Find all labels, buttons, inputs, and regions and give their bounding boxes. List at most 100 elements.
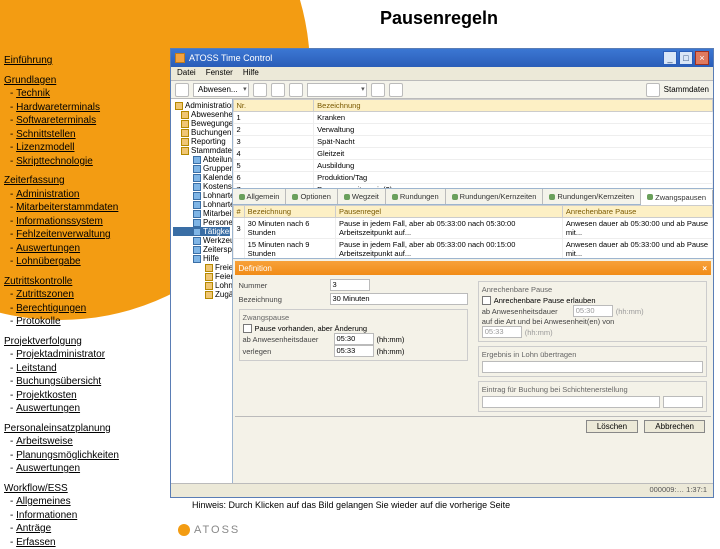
tab[interactable]: Zwangspausen	[641, 190, 713, 205]
sidebar-item-schnittstellen[interactable]: Schnittstellen	[16, 128, 75, 142]
sidebar-item-auswertungen-pep[interactable]: Auswertungen	[16, 462, 80, 476]
col-header[interactable]: Anrechenbare Pause	[562, 206, 712, 218]
tab[interactable]: Rundungen/Kernzeiten	[543, 189, 641, 204]
table-row[interactable]: 15 Minuten nach 9 StundenPause in jedem …	[233, 239, 713, 260]
sidebar-item-fehlzeitenverwaltung[interactable]: Fehlzeitenverwaltung	[16, 228, 111, 242]
sidebar-item-mitarbeiterstammdaten[interactable]: Mitarbeiterstammdaten	[16, 201, 118, 215]
titlebar[interactable]: ATOSS Time Control _ □ ×	[171, 49, 713, 67]
tree-node[interactable]: Zugänge	[173, 290, 230, 299]
sidebar-item-informationen[interactable]: Informationen	[16, 509, 77, 523]
sidebar-item-auswertungen-pj[interactable]: Auswertungen	[16, 402, 80, 416]
toolbar-btn-2[interactable]	[253, 83, 267, 97]
col-header[interactable]: #	[233, 206, 244, 218]
sidebar-item-arbeitsweise[interactable]: Arbeitsweise	[16, 435, 73, 449]
toolbar-btn-5[interactable]	[371, 83, 385, 97]
sidebar-item-lizenzmodell[interactable]: Lizenzmodell	[16, 141, 74, 155]
col-header[interactable]: Nr.	[233, 100, 314, 112]
sidebar-item-zutrittszonen[interactable]: Zutrittszonen	[16, 288, 74, 302]
sidebar-section-zeiterfassung[interactable]: Zeiterfassung	[4, 174, 164, 188]
toolbar-btn-6[interactable]	[389, 83, 403, 97]
select-erg[interactable]	[482, 361, 703, 373]
tab[interactable]: Rundungen/Kernzeiten	[446, 189, 544, 204]
table-row[interactable]: 1Kranken	[233, 112, 713, 124]
sidebar-section-grundlagen[interactable]: Grundlagen	[4, 74, 164, 88]
toolbar-btn-4[interactable]	[289, 83, 303, 97]
panel-close-icon[interactable]: ×	[702, 264, 707, 273]
tab[interactable]: Allgemein	[233, 189, 287, 204]
sidebar-item-antraege[interactable]: Anträge	[16, 522, 51, 536]
toolbar-btn-3[interactable]	[271, 83, 285, 97]
grid-top[interactable]: Nr.Bezeichnung1Kranken2Verwaltung3Spät-N…	[233, 99, 714, 189]
tree-node[interactable]: Feiertage	[173, 272, 230, 281]
table-row[interactable]: 3Spät-Nacht	[233, 136, 713, 148]
sidebar-item-leitstand[interactable]: Leitstand	[16, 362, 57, 376]
sidebar-item-hardwareterminals[interactable]: Hardwareterminals	[16, 101, 100, 115]
tree-node[interactable]: Tätigkeiten	[173, 227, 230, 236]
sidebar-item-auswertungen-ze[interactable]: Auswertungen	[16, 242, 80, 256]
cancel-button[interactable]: Abbrechen	[644, 420, 705, 433]
tree-node[interactable]: Lohnarten Mitarbeiterbezogen	[173, 200, 230, 209]
menu-fenster[interactable]: Fenster	[206, 68, 233, 79]
table-row[interactable]: 4Gleitzeit	[233, 148, 713, 160]
sidebar-item-protokolle[interactable]: Protokolle	[16, 315, 60, 329]
tree-node[interactable]: Hilfe	[173, 254, 230, 263]
toolbar-combo-2[interactable]	[307, 83, 367, 97]
sidebar-item-planungsmoegl[interactable]: Planungsmöglichkeiten	[16, 449, 119, 463]
tree-node[interactable]: Personen	[173, 218, 230, 227]
tree-node[interactable]: Zeitersparnis	[173, 245, 230, 254]
sidebar-item-buchungsuebersicht[interactable]: Buchungsübersicht	[16, 375, 101, 389]
sidebar-item-administration[interactable]: Administration	[16, 188, 79, 202]
input-bez[interactable]: 30 Minuten	[330, 293, 468, 305]
tab[interactable]: Rundungen	[386, 189, 446, 204]
sidebar-item-berechtigungen[interactable]: Berechtigungen	[16, 302, 86, 316]
tree-node[interactable]: Stammdaten	[173, 146, 230, 155]
tree-node[interactable]: Bewegungen	[173, 119, 230, 128]
delete-button[interactable]: Löschen	[586, 420, 638, 433]
input-art[interactable]: 05:33	[482, 326, 522, 338]
sidebar-item-lohnuebergabe[interactable]: Lohnübergabe	[16, 255, 81, 269]
table-row[interactable]: 5Ausbildung	[233, 160, 713, 172]
maximize-button[interactable]: □	[679, 51, 693, 65]
minimize-button[interactable]: _	[663, 51, 677, 65]
sidebar-item-projektadmin[interactable]: Projektadministrator	[16, 348, 105, 362]
input-ab[interactable]: 05:30	[334, 333, 374, 345]
input-verlegen[interactable]: 05:33	[334, 345, 374, 357]
sidebar-item-erfassen[interactable]: Erfassen	[16, 536, 55, 549]
table-row[interactable]: 330 Minuten nach 6 StundenPause in jedem…	[233, 218, 713, 239]
tree-node[interactable]: Gruppen	[173, 164, 230, 173]
app-window[interactable]: ATOSS Time Control _ □ × Datei Fenster H…	[170, 48, 714, 498]
tree-node[interactable]: Kostenstellen	[173, 182, 230, 191]
tree-node[interactable]: Abwesenheit/Sonstige	[173, 110, 230, 119]
sidebar-item-projektkosten[interactable]: Projektkosten	[16, 389, 77, 403]
checkbox-anr[interactable]	[482, 296, 491, 305]
tree-node[interactable]: Reporting	[173, 137, 230, 146]
tree-node[interactable]: Kalender	[173, 173, 230, 182]
input-ab2[interactable]: 05:30	[573, 305, 613, 317]
tree-node[interactable]: Administration	[173, 101, 230, 110]
sidebar-section-zutritt[interactable]: Zutrittskontrolle	[4, 275, 164, 289]
menu-datei[interactable]: Datei	[177, 68, 196, 79]
tree-node[interactable]: Mitarbeiter	[173, 209, 230, 218]
input-ent2[interactable]	[663, 396, 703, 408]
toolbar-combo-1[interactable]: Abwesen...	[193, 83, 249, 97]
close-button[interactable]: ×	[695, 51, 709, 65]
tree-node[interactable]: Lohnarten	[173, 191, 230, 200]
tree-node[interactable]: Lohnarten	[173, 281, 230, 290]
toolbar-btn-right[interactable]	[646, 83, 660, 97]
col-header[interactable]: Bezeichnung	[244, 206, 335, 218]
table-row[interactable]: 6Produktion/Tag	[233, 172, 713, 184]
checkbox-pausentyp[interactable]	[243, 324, 252, 333]
tree-node[interactable]: Freie Felder	[173, 263, 230, 272]
input-ent1[interactable]	[482, 396, 660, 408]
col-header[interactable]: Bezeichnung	[314, 100, 713, 112]
table-row[interactable]: 2Verwaltung	[233, 124, 713, 136]
tab[interactable]: Optionen	[286, 189, 337, 204]
input-nummer[interactable]: 3	[330, 279, 370, 291]
sidebar-item-technik[interactable]: Technik	[16, 87, 50, 101]
toolbar-btn-1[interactable]	[175, 83, 189, 97]
tree-node[interactable]: Abteilungen	[173, 155, 230, 164]
tree-node[interactable]: Buchungen	[173, 128, 230, 137]
grid-mid[interactable]: #BezeichnungPausenregelAnrechenbare Paus…	[233, 205, 714, 259]
tree-node[interactable]: Werkzeuge	[173, 236, 230, 245]
tab[interactable]: Wegzeit	[338, 189, 386, 204]
